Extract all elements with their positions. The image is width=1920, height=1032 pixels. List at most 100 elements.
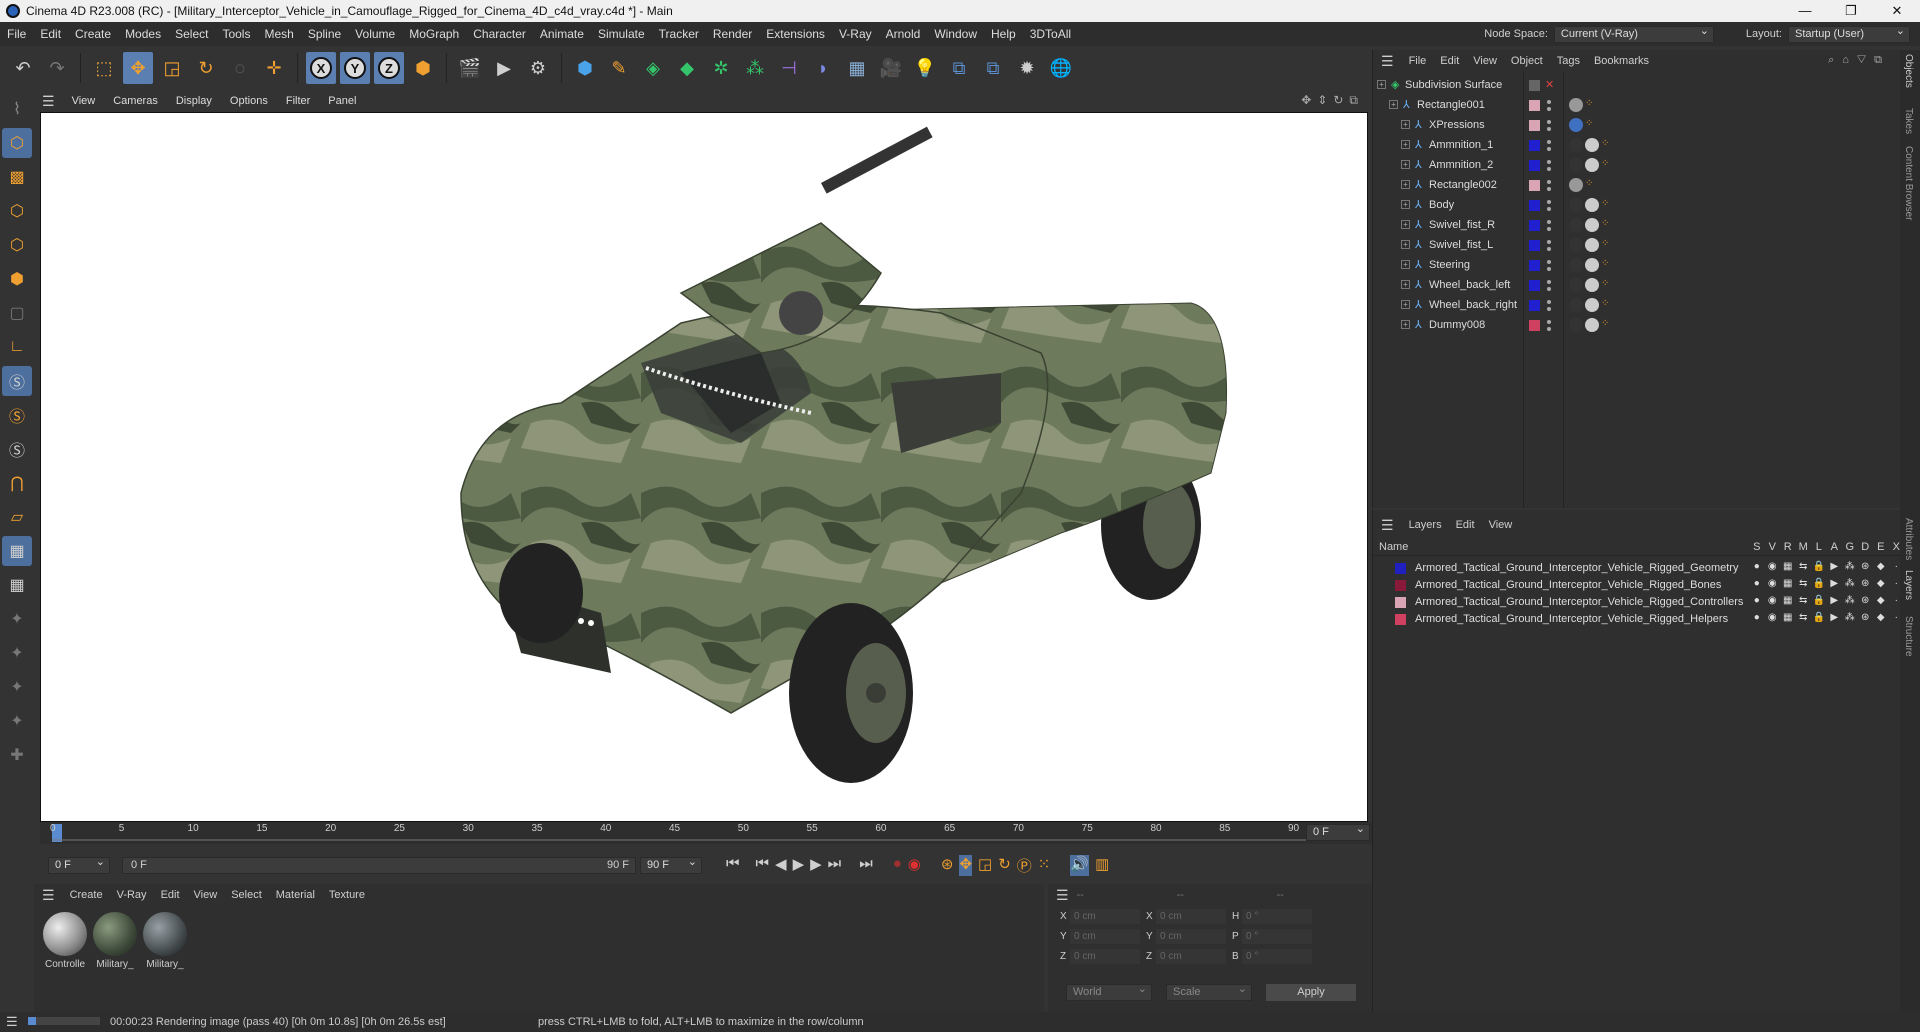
x-axis-lock-icon[interactable]: X	[306, 52, 336, 84]
tag-icon[interactable]	[1569, 298, 1583, 312]
object-tags[interactable]: ⁘	[1569, 98, 1593, 112]
layer-row[interactable]: Armored_Tactical_Ground_Interceptor_Vehi…	[1373, 577, 1900, 594]
tag-icon[interactable]	[1585, 138, 1599, 152]
visibility-dots-icon[interactable]	[1547, 320, 1551, 331]
layer-color-swatch[interactable]	[1529, 180, 1540, 191]
menu-mesh[interactable]: Mesh	[257, 27, 300, 41]
current-frame-field[interactable]: 0 F	[1306, 822, 1370, 841]
visibility-dots-icon[interactable]	[1547, 280, 1551, 291]
menu-3dtoall[interactable]: 3DToAll	[1023, 27, 1078, 41]
redo-icon[interactable]: ↷	[42, 52, 72, 84]
expand-toggle-icon[interactable]: +	[1401, 260, 1410, 269]
tag-icon[interactable]	[1569, 98, 1583, 112]
layer-toggle-icons[interactable]: ● ◉ ▦ ⇆ 🔒 ▶ ⁂ ⊛ ◆ ·	[1749, 612, 1904, 623]
snap-enable-icon[interactable]: Ⓢ	[2, 434, 32, 464]
expand-toggle-icon[interactable]: +	[1401, 240, 1410, 249]
menu-spline[interactable]: Spline	[301, 27, 348, 41]
viewport-menu-panel[interactable]: Panel	[319, 95, 365, 107]
menu-volume[interactable]: Volume	[348, 27, 402, 41]
coord-value-field[interactable]: 0 cm	[1070, 909, 1140, 924]
layer-color-swatch[interactable]	[1529, 320, 1540, 331]
material-swatch[interactable]: Military_	[92, 912, 138, 970]
material-swatch[interactable]: Controlle	[42, 912, 88, 970]
rotate-tool-icon[interactable]: ↻	[191, 52, 221, 84]
python-icon[interactable]: ⧉	[944, 52, 974, 84]
expand-toggle-icon[interactable]: +	[1377, 80, 1386, 89]
layer-color-swatch[interactable]	[1529, 100, 1540, 111]
menu-file[interactable]: File	[0, 27, 33, 41]
tab-content-browser[interactable]: Content Browser	[1903, 146, 1914, 220]
hamburger-menu-icon[interactable]: ☰	[1373, 53, 1402, 70]
tag-icon[interactable]	[1585, 318, 1599, 332]
key-pla-icon[interactable]: ⁙	[1038, 855, 1051, 876]
auto-key-icon[interactable]: ◉	[908, 855, 921, 876]
menu-tracker[interactable]: Tracker	[652, 27, 706, 41]
visibility-dots-icon[interactable]	[1547, 140, 1551, 151]
object-tags[interactable]: ⁘	[1569, 258, 1609, 272]
object-row[interactable]: + ⅄ Body ⁘	[1373, 196, 1901, 216]
layer-column-header[interactable]: A	[1827, 541, 1843, 553]
move-tool-icon[interactable]: ✥	[123, 52, 153, 84]
menu-modes[interactable]: Modes	[118, 27, 168, 41]
floor-icon[interactable]: ▦	[842, 52, 872, 84]
grid-workplane-icon[interactable]: ▦	[2, 536, 32, 566]
expression-tag-icon[interactable]: ⁘	[1585, 98, 1593, 112]
layer-menu-layers[interactable]: Layers	[1402, 519, 1449, 531]
vray-globe-icon[interactable]: 🌐	[1046, 52, 1076, 84]
material-menu-edit[interactable]: Edit	[154, 889, 187, 901]
expand-toggle-icon[interactable]: +	[1401, 200, 1410, 209]
layer-column-header[interactable]: D	[1858, 541, 1874, 553]
layer-toggle-icons[interactable]: ● ◉ ▦ ⇆ 🔒 ▶ ⁂ ⊛ ◆ ·	[1749, 595, 1904, 606]
visibility-dots-icon[interactable]	[1547, 160, 1551, 171]
menu-vray[interactable]: V-Ray	[832, 27, 879, 41]
object-menu-view[interactable]: View	[1466, 55, 1504, 67]
apply-button[interactable]: Apply	[1266, 984, 1356, 1001]
expression-tag-icon[interactable]: ⁘	[1601, 298, 1609, 312]
object-tags[interactable]: ⁘	[1569, 138, 1609, 152]
viewport-menu-options[interactable]: Options	[221, 95, 277, 107]
render-off-icon[interactable]: ✕	[1545, 78, 1554, 91]
3d-viewport[interactable]	[40, 112, 1368, 822]
menu-animate[interactable]: Animate	[533, 27, 591, 41]
object-row[interactable]: + ⅄ Steering ⁘	[1373, 256, 1901, 276]
layer-row[interactable]: Armored_Tactical_Ground_Interceptor_Vehi…	[1373, 594, 1900, 611]
layer-color-swatch[interactable]	[1529, 260, 1540, 271]
tab-attributes[interactable]: Attributes	[1903, 518, 1914, 560]
axis-mode-icon[interactable]: ∟	[2, 332, 32, 362]
layer-toggle-icons[interactable]: ● ◉ ▦ ⇆ 🔒 ▶ ⁂ ⊛ ◆ ·	[1749, 561, 1904, 572]
material-menu-texture[interactable]: Texture	[322, 889, 372, 901]
expand-toggle-icon[interactable]: +	[1401, 160, 1410, 169]
visibility-dots-icon[interactable]	[1547, 120, 1551, 131]
tag-icon[interactable]	[1585, 258, 1599, 272]
cube-primitive-icon[interactable]: ⬢	[570, 52, 600, 84]
menu-select[interactable]: Select	[168, 27, 215, 41]
viewport-nav-icons[interactable]: ✥⇕↻⧉	[1301, 93, 1364, 108]
expand-toggle-icon[interactable]: +	[1401, 280, 1410, 289]
layer-toggle-icons[interactable]: ● ◉ ▦ ⇆ 🔒 ▶ ⁂ ⊛ ◆ ·	[1749, 578, 1904, 589]
menu-window[interactable]: Window	[927, 27, 984, 41]
layer-menu-view[interactable]: View	[1482, 519, 1520, 531]
edges-mode-icon[interactable]: ⬡	[2, 230, 32, 260]
record-keys-icon[interactable]: ●	[893, 855, 902, 876]
selection-tool-icon[interactable]: ⬚	[89, 52, 119, 84]
render-settings-icon[interactable]: ⚙	[523, 52, 553, 84]
menu-extensions[interactable]: Extensions	[759, 27, 832, 41]
viewport-menu-view[interactable]: View	[63, 95, 105, 107]
expand-toggle-icon[interactable]: +	[1401, 140, 1410, 149]
material-menu-create[interactable]: Create	[63, 889, 110, 901]
expand-toggle-icon[interactable]: +	[1401, 120, 1410, 129]
hamburger-menu-icon[interactable]: ☰	[1373, 517, 1402, 534]
snap-settings-icon[interactable]: Ⓢ	[2, 400, 32, 430]
coord-value-field[interactable]: 0 °	[1242, 929, 1312, 944]
tag-icon[interactable]	[1569, 158, 1583, 172]
object-row[interactable]: + ⅄ Dummy008 ⁘	[1373, 316, 1901, 336]
layer-color-swatch[interactable]	[1529, 140, 1540, 151]
object-tags[interactable]: ⁘	[1569, 238, 1609, 252]
object-row[interactable]: + ⅄ Wheel_back_right ⁘	[1373, 296, 1901, 316]
field-icon[interactable]: ◗	[808, 52, 838, 84]
object-row[interactable]: + ⅄ Rectangle002 ⁘	[1373, 176, 1901, 196]
coord-system-dropdown[interactable]: World	[1066, 982, 1152, 1001]
expand-toggle-icon[interactable]: +	[1401, 220, 1410, 229]
visibility-dots-icon[interactable]	[1547, 200, 1551, 211]
tag-icon[interactable]	[1569, 138, 1583, 152]
